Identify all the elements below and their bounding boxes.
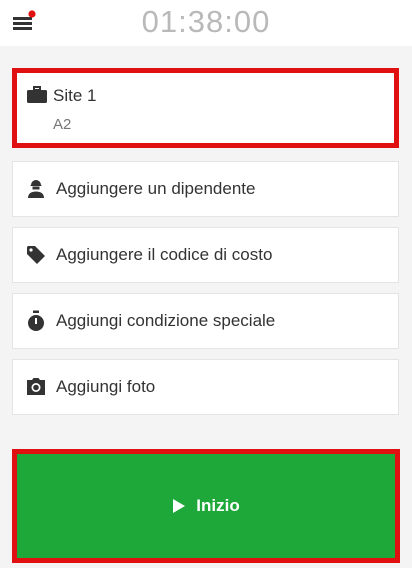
add-cost-code-button[interactable]: Aggiungere il codice di costo	[12, 227, 399, 283]
site-title: Site 1	[53, 86, 97, 105]
add-employee-button[interactable]: Aggiungere un dipendente	[12, 161, 399, 217]
tag-icon	[25, 244, 47, 266]
stopwatch-icon	[25, 310, 47, 332]
start-button-label: Inizio	[196, 496, 240, 515]
start-button[interactable]: Inizio	[17, 454, 395, 558]
top-bar: 01:38:00	[0, 0, 412, 46]
add-photo-button[interactable]: Aggiungi foto	[12, 359, 399, 415]
elapsed-timer: 01:38:00	[141, 4, 271, 39]
play-icon	[172, 498, 186, 514]
add-cost-code-label: Aggiungere il codice di costo	[56, 245, 273, 264]
worker-icon	[25, 178, 47, 200]
add-photo-label: Aggiungi foto	[56, 377, 156, 396]
start-button-highlight: Inizio	[12, 449, 400, 563]
site-subtitle: A2	[53, 116, 72, 133]
camera-icon	[25, 376, 47, 398]
add-special-condition-label: Aggiungi condizione speciale	[56, 311, 276, 330]
site-card[interactable]: Site 1 A2	[12, 68, 399, 148]
briefcase-icon	[26, 85, 48, 110]
add-special-condition-button[interactable]: Aggiungi condizione speciale	[12, 293, 399, 349]
add-employee-label: Aggiungere un dipendente	[56, 179, 256, 198]
